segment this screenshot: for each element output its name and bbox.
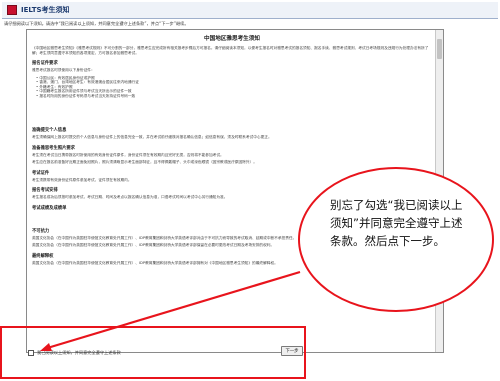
annotation-text: 别忘了勾选“我已阅读以上须知”并同意完全遵守上述条款。然后点下一步。 (330, 198, 463, 248)
page: IELTS考生须知 请仔细阅读以下须知。请选中“我已阅读以上须知，并同意完全遵守… (0, 0, 500, 381)
